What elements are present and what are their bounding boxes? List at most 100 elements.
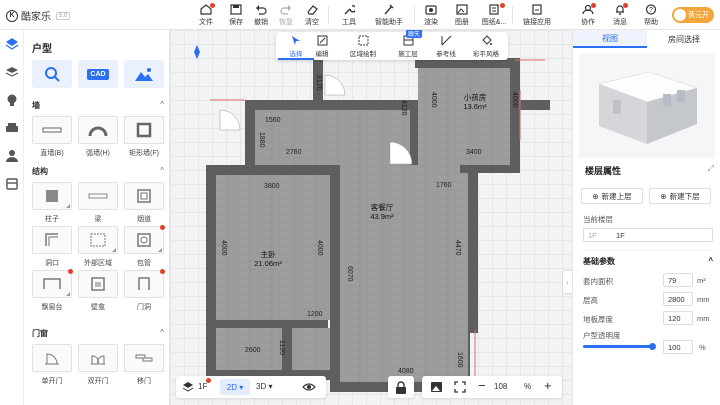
tab-view[interactable]: 视图 [573, 30, 647, 48]
3d-model-preview [597, 71, 699, 144]
new-badge: 跟失 [406, 30, 423, 38]
slab-field[interactable]: 120 [663, 311, 693, 325]
tool-arc-wall[interactable]: 弧墙(H) [78, 116, 118, 158]
tools-label: 工具 [342, 19, 356, 26]
rail-floorplan[interactable] [4, 36, 20, 52]
account-button[interactable]: 黄元开 [672, 7, 714, 23]
new-lower-floor-button[interactable]: ⊕ 新建下层 [649, 188, 711, 204]
expand-icon[interactable]: ⤢ [708, 164, 714, 174]
collab-button[interactable]: 协作 [571, 3, 605, 27]
structure-section-header[interactable]: 结构 ^ [32, 166, 164, 177]
rail-lighting[interactable] [4, 92, 20, 108]
save-icon [229, 3, 243, 15]
opacity-slider[interactable] [583, 343, 656, 350]
inner-area-field[interactable]: 79 [663, 273, 693, 287]
messages-button[interactable]: 消息 [603, 3, 637, 27]
tools-button[interactable]: 工具 [332, 3, 366, 27]
tab-room-select[interactable]: 房间选择 [647, 30, 720, 48]
tool-opening[interactable]: 洞口 [32, 226, 72, 268]
rail-hardwear[interactable] [4, 64, 20, 80]
floorplan[interactable]: 2120 4120 1560 1880 2760 4000 4000 3400 … [170, 30, 572, 405]
new-upper-floor-button[interactable]: ⊕ 新建上层 [581, 188, 643, 204]
import-cad-card[interactable]: CAD [78, 60, 118, 88]
tool-outer-area[interactable]: 外部区域 [78, 226, 118, 268]
zoom-in-button[interactable]: + [544, 378, 552, 393]
search-floorplan-card[interactable] [32, 60, 72, 88]
3d-preview[interactable] [579, 54, 715, 158]
tool-sliding-door[interactable]: 移门 [124, 344, 164, 386]
tool-niche[interactable]: 壁龛 [78, 270, 118, 312]
floor-selector[interactable]: 1F [198, 382, 207, 391]
eraser-icon [305, 3, 319, 15]
doors-section-header[interactable]: 门窗 ^ [32, 328, 164, 339]
notify-dot [210, 3, 215, 8]
images-button[interactable]: 图纸&... [477, 3, 511, 27]
tool-color-style[interactable]: 彩平风格 [468, 35, 504, 58]
height-field[interactable]: 2800 [663, 292, 693, 306]
room-floors[interactable] [216, 68, 510, 382]
fit-screen-icon[interactable] [454, 381, 466, 395]
tool-pipe[interactable]: 包管 [124, 225, 165, 268]
rail-store[interactable] [4, 176, 20, 192]
tool-area-draw[interactable]: 区域绘制 [342, 35, 384, 58]
lock-icon [396, 380, 406, 394]
tool-column[interactable]: 柱子 [32, 182, 72, 224]
dim-label: 2760 [286, 149, 302, 156]
view-3d-button[interactable]: 3D ▾ [256, 382, 272, 391]
floor-name: 1F [616, 230, 625, 240]
help-button[interactable]: ? 帮助 [634, 3, 668, 27]
tool-single-door[interactable]: 单开门 [32, 344, 72, 386]
view-2d-label: 2D [226, 382, 237, 392]
tool-flue[interactable]: 烟道 [124, 182, 164, 224]
app-version: 5.0 [56, 11, 71, 20]
app-logo[interactable]: K 酷家乐 5.0 [6, 8, 71, 23]
svg-text:?: ? [649, 7, 653, 14]
tool-straight-wall[interactable]: 直墙(B) [32, 116, 72, 158]
dim-label: 4080 [398, 368, 414, 375]
tool-edit[interactable]: 编辑 [304, 35, 340, 58]
dim-label: 1880 [258, 132, 265, 148]
design-canvas[interactable]: 2120 4120 1560 1880 2760 4000 4000 3400 … [170, 30, 572, 405]
render-button[interactable]: 渲染 [414, 3, 448, 27]
drawing-button[interactable]: 图册 [445, 3, 479, 27]
opacity-label: 户型透明度 [583, 331, 621, 340]
wall-section-header[interactable]: 墙 ^ [32, 100, 164, 111]
zoom-out-button[interactable]: − [478, 378, 486, 393]
top-toolbar: K 酷家乐 5.0 文件 保存 撤销 恢复 清空 工具 智能助手 渲染 图册 图… [0, 0, 720, 30]
zoom-value[interactable]: 108 [494, 382, 507, 391]
slider-handle[interactable] [649, 343, 656, 350]
assistant-button[interactable]: 智能助手 [372, 3, 406, 27]
rail-furniture[interactable] [4, 120, 20, 136]
tool-bay-window-sill[interactable]: 飘窗台 [32, 269, 73, 312]
tool-beam[interactable]: 梁 [78, 182, 118, 224]
help-icon: ? [644, 3, 658, 15]
tool-guideline[interactable]: 参考线 [428, 35, 464, 58]
door-swing[interactable] [219, 109, 241, 131]
file-label: 文件 [199, 19, 213, 26]
tool-door-opening[interactable]: 门洞 [124, 269, 165, 312]
notify-dot [160, 269, 165, 274]
layers-icon [5, 38, 19, 50]
clear-button[interactable]: 清空 [295, 3, 329, 27]
file-button[interactable]: 文件 [189, 3, 223, 27]
tool-rect-wall[interactable]: 矩形墙(F) [124, 116, 164, 158]
tool-double-door[interactable]: 双开门 [78, 344, 118, 386]
assistant-icon [382, 3, 396, 15]
dim-label: 1760 [436, 182, 452, 189]
layers-icon[interactable] [182, 381, 194, 395]
current-floor-field[interactable]: 1F 1F [583, 228, 713, 242]
screenshot-icon[interactable] [430, 381, 443, 395]
lock-button[interactable] [388, 376, 414, 398]
tool-construction-layer[interactable]: 施工层 [390, 35, 426, 58]
eye-icon[interactable] [302, 380, 316, 396]
chevron-up-icon: ^ [160, 328, 164, 337]
opacity-field[interactable]: 100 [663, 340, 693, 354]
rail-my[interactable] [4, 148, 20, 164]
import-image-card[interactable] [124, 60, 164, 88]
view-2d-button[interactable]: 2D ▾ [220, 379, 250, 395]
basic-params-header[interactable]: 基础参数 ^ [583, 256, 713, 267]
app-name: 酷家乐 [21, 12, 51, 23]
collapse-right-panel[interactable]: › [562, 270, 572, 294]
door-swing[interactable] [324, 74, 346, 96]
link-apps-button[interactable]: 链接应用 [517, 3, 557, 27]
